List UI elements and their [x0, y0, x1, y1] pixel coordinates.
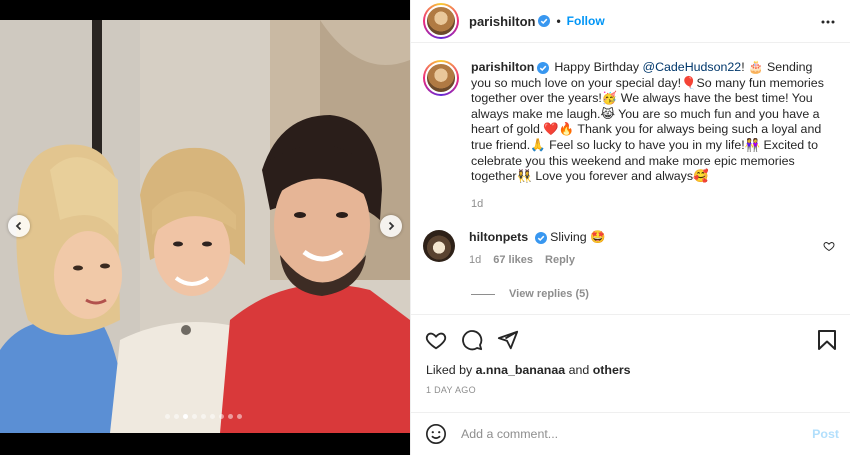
- comment-composer: Post: [411, 412, 850, 455]
- liked-by-text: Liked by a.nna_bananaa and others: [426, 363, 631, 377]
- liked-by-others[interactable]: others: [593, 363, 631, 377]
- liked-by-user[interactable]: a.nna_bananaa: [476, 363, 566, 377]
- caption-mention-link[interactable]: @CadeHudson22: [643, 60, 742, 74]
- action-bar: [411, 315, 850, 355]
- chevron-left-icon: [15, 221, 22, 231]
- comments-section: parishilton Happy Birthday @CadeHudson22!…: [411, 52, 850, 322]
- comment-item: hiltonpets Sliving 🤩 1d 67 likes Reply: [423, 230, 843, 266]
- comment-like-heart-icon[interactable]: [823, 240, 835, 252]
- slide-indicator: [165, 414, 242, 419]
- next-slide-button[interactable]: [380, 215, 402, 237]
- avatar-image: [425, 5, 457, 37]
- caption-text: parishilton Happy Birthday @CadeHudson22!…: [471, 60, 833, 185]
- heart-icon[interactable]: [425, 329, 447, 351]
- liked-by-prefix: Liked by: [426, 363, 476, 377]
- bookmark-icon[interactable]: [817, 329, 837, 351]
- post-header: parishilton • Follow: [411, 0, 850, 43]
- slide-dot: [183, 414, 188, 419]
- previous-slide-button[interactable]: [8, 215, 30, 237]
- comment-username[interactable]: hiltonpets: [469, 230, 528, 244]
- post-username[interactable]: parishilton: [469, 14, 535, 29]
- slide-dot: [174, 414, 179, 419]
- slide-dot: [210, 414, 215, 419]
- comment-verified-badge-icon: [534, 231, 547, 244]
- slide-dot: [219, 414, 224, 419]
- post-photo[interactable]: [0, 20, 410, 433]
- post-comment-button[interactable]: Post: [812, 427, 839, 441]
- post-timestamp[interactable]: 1 DAY AGO: [426, 385, 476, 395]
- caption-body: ! 🎂 Sending you so much love on your spe…: [471, 60, 824, 184]
- avatar[interactable]: [423, 3, 459, 39]
- slide-dot: [228, 414, 233, 419]
- caption-avatar-image: [425, 62, 457, 94]
- view-replies-line: [471, 293, 495, 295]
- chevron-right-icon: [388, 221, 395, 231]
- comment-reply-button[interactable]: Reply: [545, 254, 575, 266]
- caption-avatar[interactable]: [423, 60, 459, 96]
- slide-dot: [237, 414, 242, 419]
- caption-verified-badge-icon: [537, 61, 550, 74]
- caption: parishilton Happy Birthday @CadeHudson22!…: [423, 60, 838, 185]
- view-replies-label: View replies (5): [509, 288, 589, 300]
- comment-avatar[interactable]: [423, 230, 455, 262]
- comment-meta: 1d 67 likes Reply: [469, 254, 605, 266]
- view-replies-button[interactable]: View replies (5): [471, 288, 589, 300]
- comment-timestamp[interactable]: 1d: [469, 254, 481, 266]
- comment-line: hiltonpets Sliving 🤩: [469, 230, 605, 245]
- caption-body-start: Happy Birthday: [554, 60, 643, 74]
- verified-badge-icon: [538, 15, 551, 27]
- comment-likes[interactable]: 67 likes: [493, 254, 533, 266]
- liked-by-and: and: [565, 363, 593, 377]
- paper-plane-icon[interactable]: [497, 329, 519, 351]
- slide-dot: [201, 414, 206, 419]
- comment-input[interactable]: [461, 427, 813, 441]
- actions-section: Liked by a.nna_bananaa and others 1 DAY …: [411, 314, 850, 395]
- post-panel: parishilton • Follow parishilton Happy Bi…: [410, 0, 850, 455]
- comment-bubble-icon[interactable]: [461, 329, 483, 351]
- comment-body: hiltonpets Sliving 🤩 1d 67 likes Reply: [469, 230, 605, 266]
- caption-username[interactable]: parishilton: [471, 60, 534, 74]
- emoji-smiley-icon[interactable]: [425, 423, 447, 445]
- comment-text: Sliving 🤩: [550, 230, 606, 244]
- caption-timestamp[interactable]: 1d: [471, 198, 483, 210]
- slide-dot: [165, 414, 170, 419]
- slide-dot: [192, 414, 197, 419]
- header-separator: •: [556, 14, 561, 28]
- more-options-icon[interactable]: [820, 14, 836, 30]
- post-media: [0, 0, 410, 455]
- follow-button[interactable]: Follow: [567, 14, 605, 28]
